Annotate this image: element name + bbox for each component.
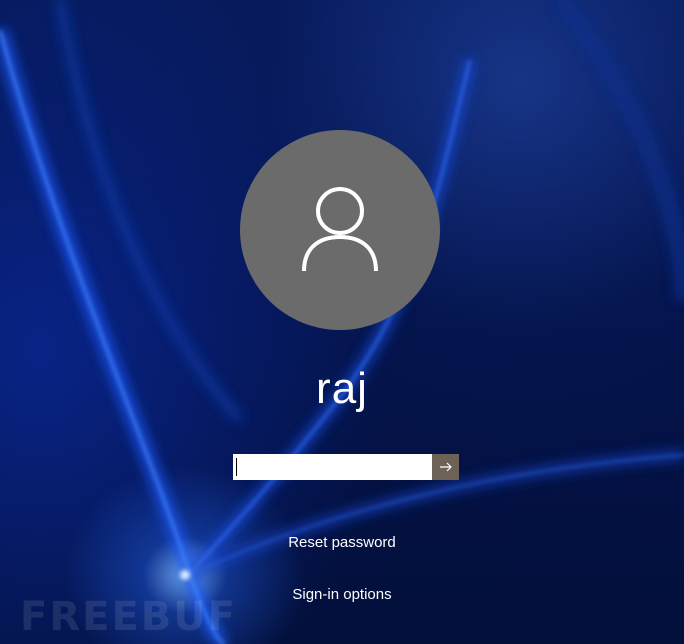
password-box	[233, 454, 459, 480]
user-avatar	[240, 130, 440, 330]
submit-button[interactable]	[432, 454, 459, 480]
user-name: raj	[316, 364, 368, 413]
text-cursor	[236, 458, 237, 476]
arrow-right-icon	[439, 462, 452, 472]
lock-screen: raj Reset password Sign-in options FREEB…	[0, 0, 684, 644]
password-input[interactable]	[233, 454, 432, 480]
watermark: FREEBUF	[20, 594, 238, 640]
reset-password-link[interactable]: Reset password	[0, 534, 684, 551]
user-silhouette-icon	[302, 187, 378, 272]
